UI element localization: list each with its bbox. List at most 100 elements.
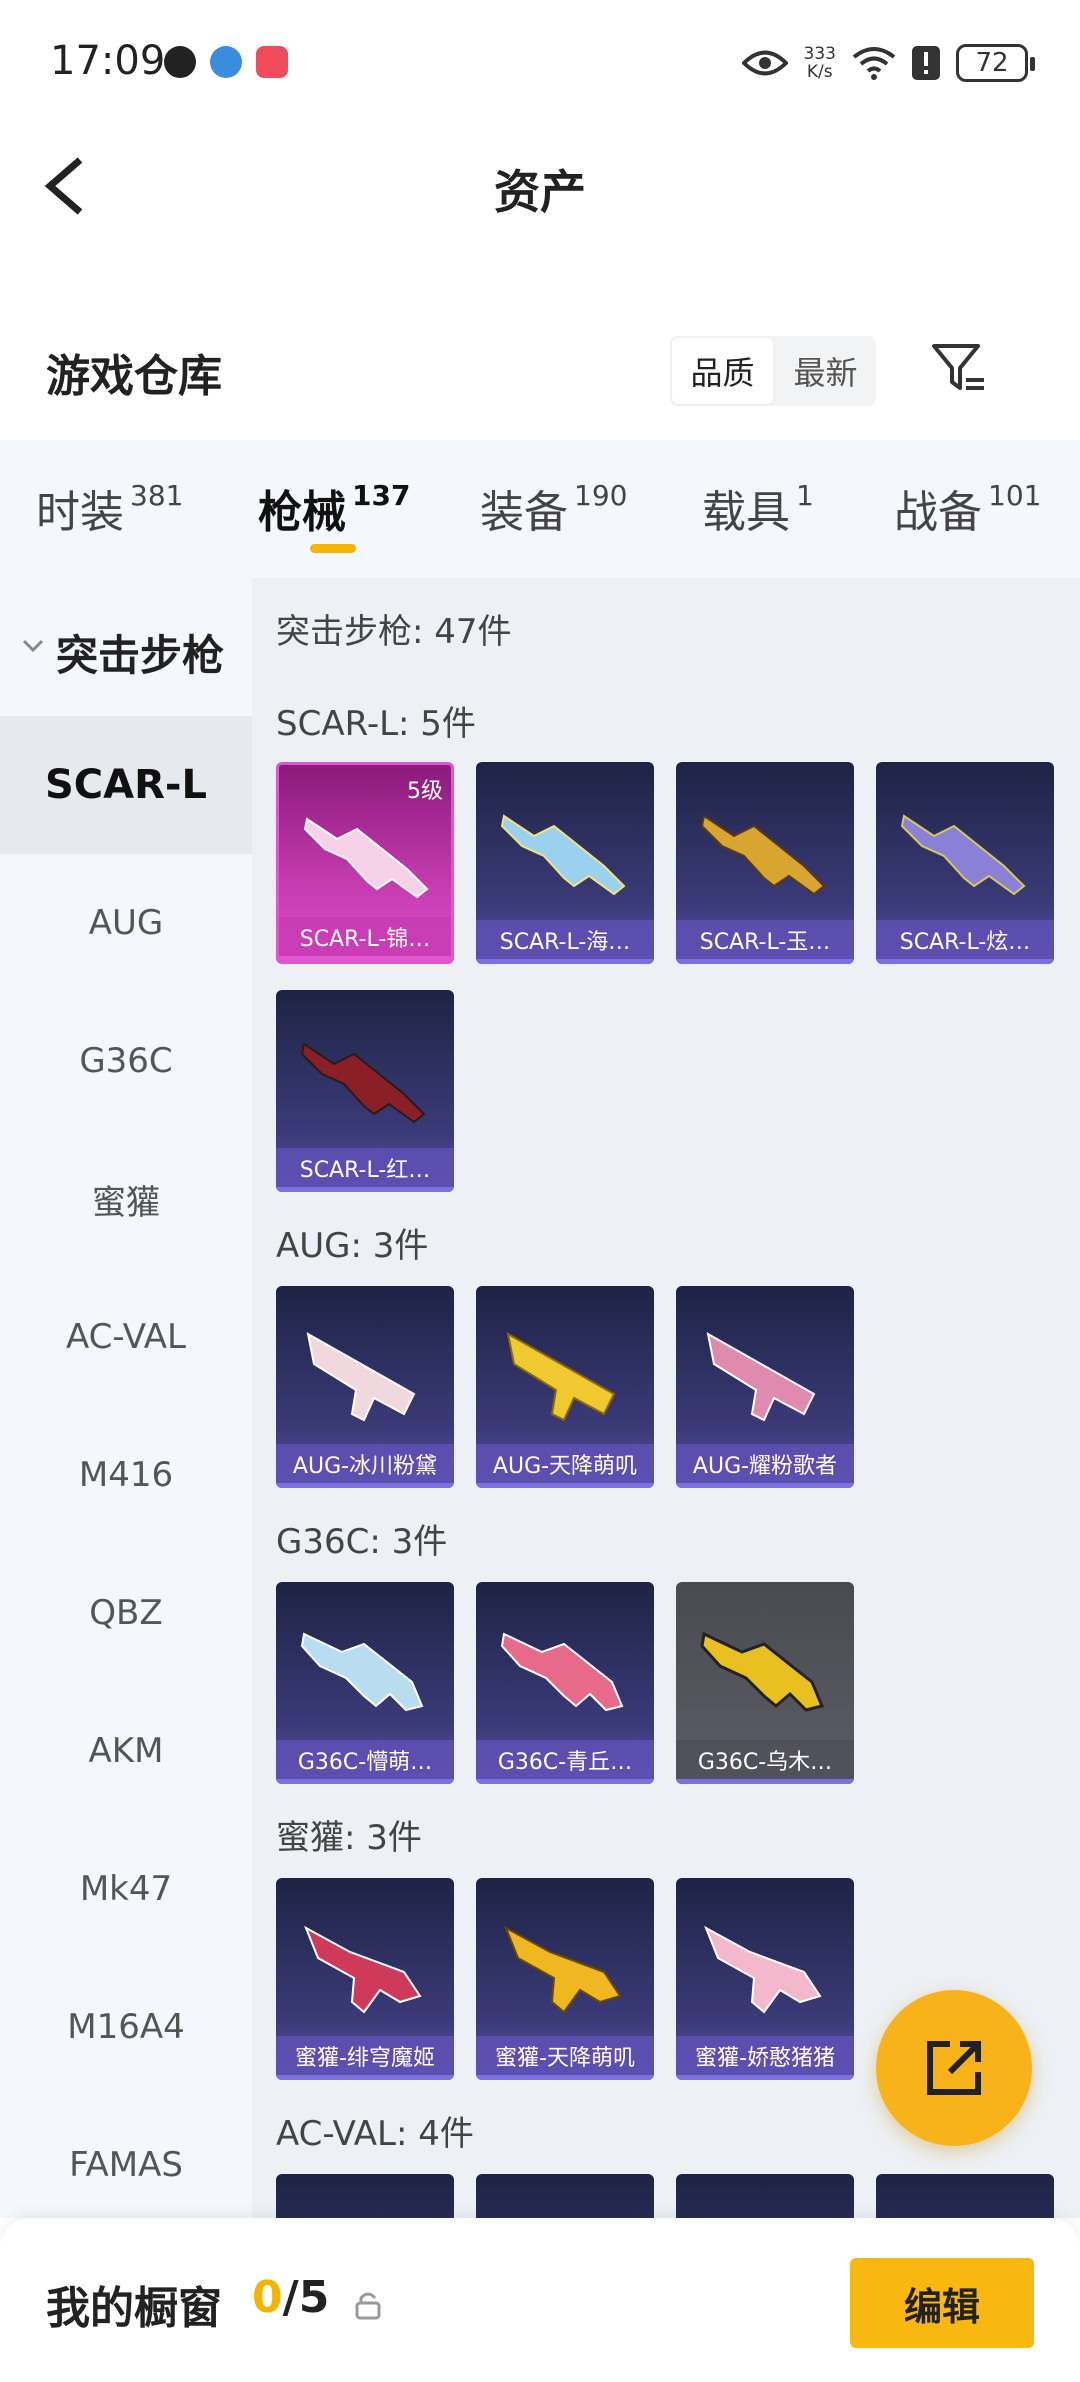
chevron-down-icon [22, 639, 44, 653]
tab-label: 装备 [480, 487, 568, 538]
share-icon [927, 2041, 981, 2095]
clock: 17:09 [50, 38, 166, 84]
skin-card[interactable] [276, 2174, 454, 2218]
skin-card[interactable]: SCAR-L-红… [276, 990, 454, 1192]
page-title: 资产 [494, 165, 586, 219]
skin-card[interactable]: 蜜獾-天降萌叽 [476, 1878, 654, 2080]
top-header: 资产 [0, 126, 1080, 246]
rifle-icon [306, 1332, 416, 1422]
tab-count: 1 [796, 479, 814, 512]
status-bar: 17:09 333 K/s 72 [0, 0, 1080, 126]
sort-newest-option[interactable]: 最新 [775, 336, 876, 406]
tab-fashion[interactable]: 时装 381 [36, 476, 183, 540]
skin-card[interactable]: SCAR-L-玉… [676, 762, 854, 964]
skin-name: 蜜獾-娇憨猪猪 [676, 2036, 854, 2080]
tab-guns[interactable]: 枪械 137 [258, 476, 410, 540]
skin-card[interactable]: AUG-冰川粉黛 [276, 1286, 454, 1488]
category-header[interactable]: 突击步枪 [0, 578, 252, 716]
rifle-icon [500, 1632, 624, 1712]
skin-name: G36C-懵萌… [276, 1740, 454, 1784]
tab-vehicles[interactable]: 载具 1 [702, 476, 814, 540]
skin-card[interactable] [476, 2174, 654, 2218]
skin-name: G36C-青丘… [476, 1740, 654, 1784]
net-speed-unit: K/s [806, 62, 833, 82]
share-button[interactable] [876, 1990, 1032, 2146]
sidebar-item-m416[interactable]: M416 [0, 1406, 252, 1544]
tab-supplies[interactable]: 战备 101 [894, 476, 1041, 540]
wifi-icon [852, 47, 896, 80]
weapon-sidenav: 突击步枪 SCAR-L AUG G36C 蜜獾 AC-VAL M416 QBZ … [0, 578, 252, 2218]
tab-label: 时装 [36, 487, 124, 538]
section-label-g36c: G36C: 3件 [276, 1522, 448, 1562]
sidebar-item-mk47[interactable]: Mk47 [0, 1820, 252, 1958]
level-badge: 5级 [407, 779, 443, 804]
skin-name: SCAR-L-锦… [279, 917, 451, 961]
sort-quality-option[interactable]: 品质 [670, 336, 775, 406]
skin-card[interactable]: G36C-乌木… [676, 1582, 854, 1784]
rifle-icon [300, 1632, 424, 1712]
total-count-label: 突击步枪: 47件 [276, 612, 512, 652]
skin-card[interactable]: SCAR-L-海… [476, 762, 654, 964]
tab-label: 载具 [702, 487, 790, 538]
rifle-icon [704, 1925, 822, 2014]
skin-card[interactable]: G36C-懵萌… [276, 1582, 454, 1784]
tab-equipment[interactable]: 装备 190 [480, 476, 627, 540]
section-label-ac-val: AC-VAL: 4件 [276, 2114, 474, 2154]
status-right: 333 K/s 72 [741, 38, 1035, 88]
skin-name: 蜜獾-绯穹魔姬 [276, 2036, 454, 2080]
skin-card[interactable]: AUG-天降萌叽 [476, 1286, 654, 1488]
sidebar-item-qbz[interactable]: QBZ [0, 1544, 252, 1682]
sidebar-item-g36c[interactable]: G36C [0, 992, 252, 1130]
tab-label: 枪械 [258, 487, 346, 538]
net-speed: 333 K/s [804, 45, 836, 81]
skin-card[interactable]: G36C-青丘… [476, 1582, 654, 1784]
rifle-icon [706, 1332, 816, 1422]
sort-toggle: 品质 最新 [670, 336, 876, 406]
battery-icon: 72 [956, 44, 1035, 82]
skin-name: AUG-冰川粉黛 [276, 1444, 454, 1488]
skin-grid: 突击步枪: 47件 SCAR-L: 5件 5级 SCAR-L-锦… SCAR-L… [252, 578, 1080, 2218]
tab-count: 137 [352, 479, 411, 512]
alert-icon [912, 46, 940, 80]
category-tabs: 时装 381 枪械 137 装备 190 载具 1 战备 101 [0, 440, 1080, 578]
sidebar-item-aug[interactable]: AUG [0, 854, 252, 992]
rifle-icon [506, 1332, 616, 1422]
skin-card[interactable]: 5级 SCAR-L-锦… [276, 762, 454, 964]
sidebar-item-ac-val[interactable]: AC-VAL [0, 1268, 252, 1406]
tab-label: 战备 [894, 487, 982, 538]
section-label-scar-l: SCAR-L: 5件 [276, 704, 476, 744]
showcase-count-total: /5 [282, 2272, 330, 2323]
skin-card[interactable] [876, 2174, 1054, 2218]
showcase-count-current: 0 [252, 2272, 283, 2323]
warehouse-title: 游戏仓库 [46, 351, 222, 402]
active-tab-indicator [310, 544, 356, 553]
sidebar-item-scar-l[interactable]: SCAR-L [0, 716, 252, 854]
skin-name: 蜜獾-天降萌叽 [476, 2036, 654, 2080]
skin-card[interactable] [676, 2174, 854, 2218]
skin-name: SCAR-L-玉… [676, 920, 854, 964]
skin-card[interactable]: AUG-耀粉歌者 [676, 1286, 854, 1488]
skin-card[interactable]: 蜜獾-娇憨猪猪 [676, 1878, 854, 2080]
skin-name: SCAR-L-红… [276, 1148, 454, 1192]
sidebar-item-m16a4[interactable]: M16A4 [0, 1958, 252, 2096]
browser-icon [210, 46, 242, 78]
skin-card[interactable]: 蜜獾-绯穹魔姬 [276, 1878, 454, 2080]
sidebar-item-akm[interactable]: AKM [0, 1682, 252, 1820]
section-label-aug: AUG: 3件 [276, 1226, 429, 1266]
skin-name: G36C-乌木… [676, 1740, 854, 1784]
showcase-label: 我的橱窗 [46, 2283, 222, 2334]
tab-count: 101 [988, 479, 1042, 512]
edit-button[interactable]: 编辑 [850, 2258, 1034, 2348]
sidebar-item-famas[interactable]: FAMAS [0, 2096, 252, 2234]
rifle-icon [300, 1042, 426, 1124]
skin-card[interactable]: SCAR-L-炫… [876, 762, 1054, 964]
filter-icon[interactable] [928, 338, 988, 398]
rifle-icon [500, 814, 626, 896]
rifle-icon [303, 817, 429, 899]
section-label-honey-badger: 蜜獾: 3件 [276, 1818, 422, 1858]
rifle-icon [700, 1631, 825, 1712]
sidebar-item-honey-badger[interactable]: 蜜獾 [0, 1130, 252, 1268]
showcase-count: 0/5 [252, 2272, 329, 2323]
rifle-icon [700, 814, 826, 896]
skin-name: SCAR-L-海… [476, 920, 654, 964]
